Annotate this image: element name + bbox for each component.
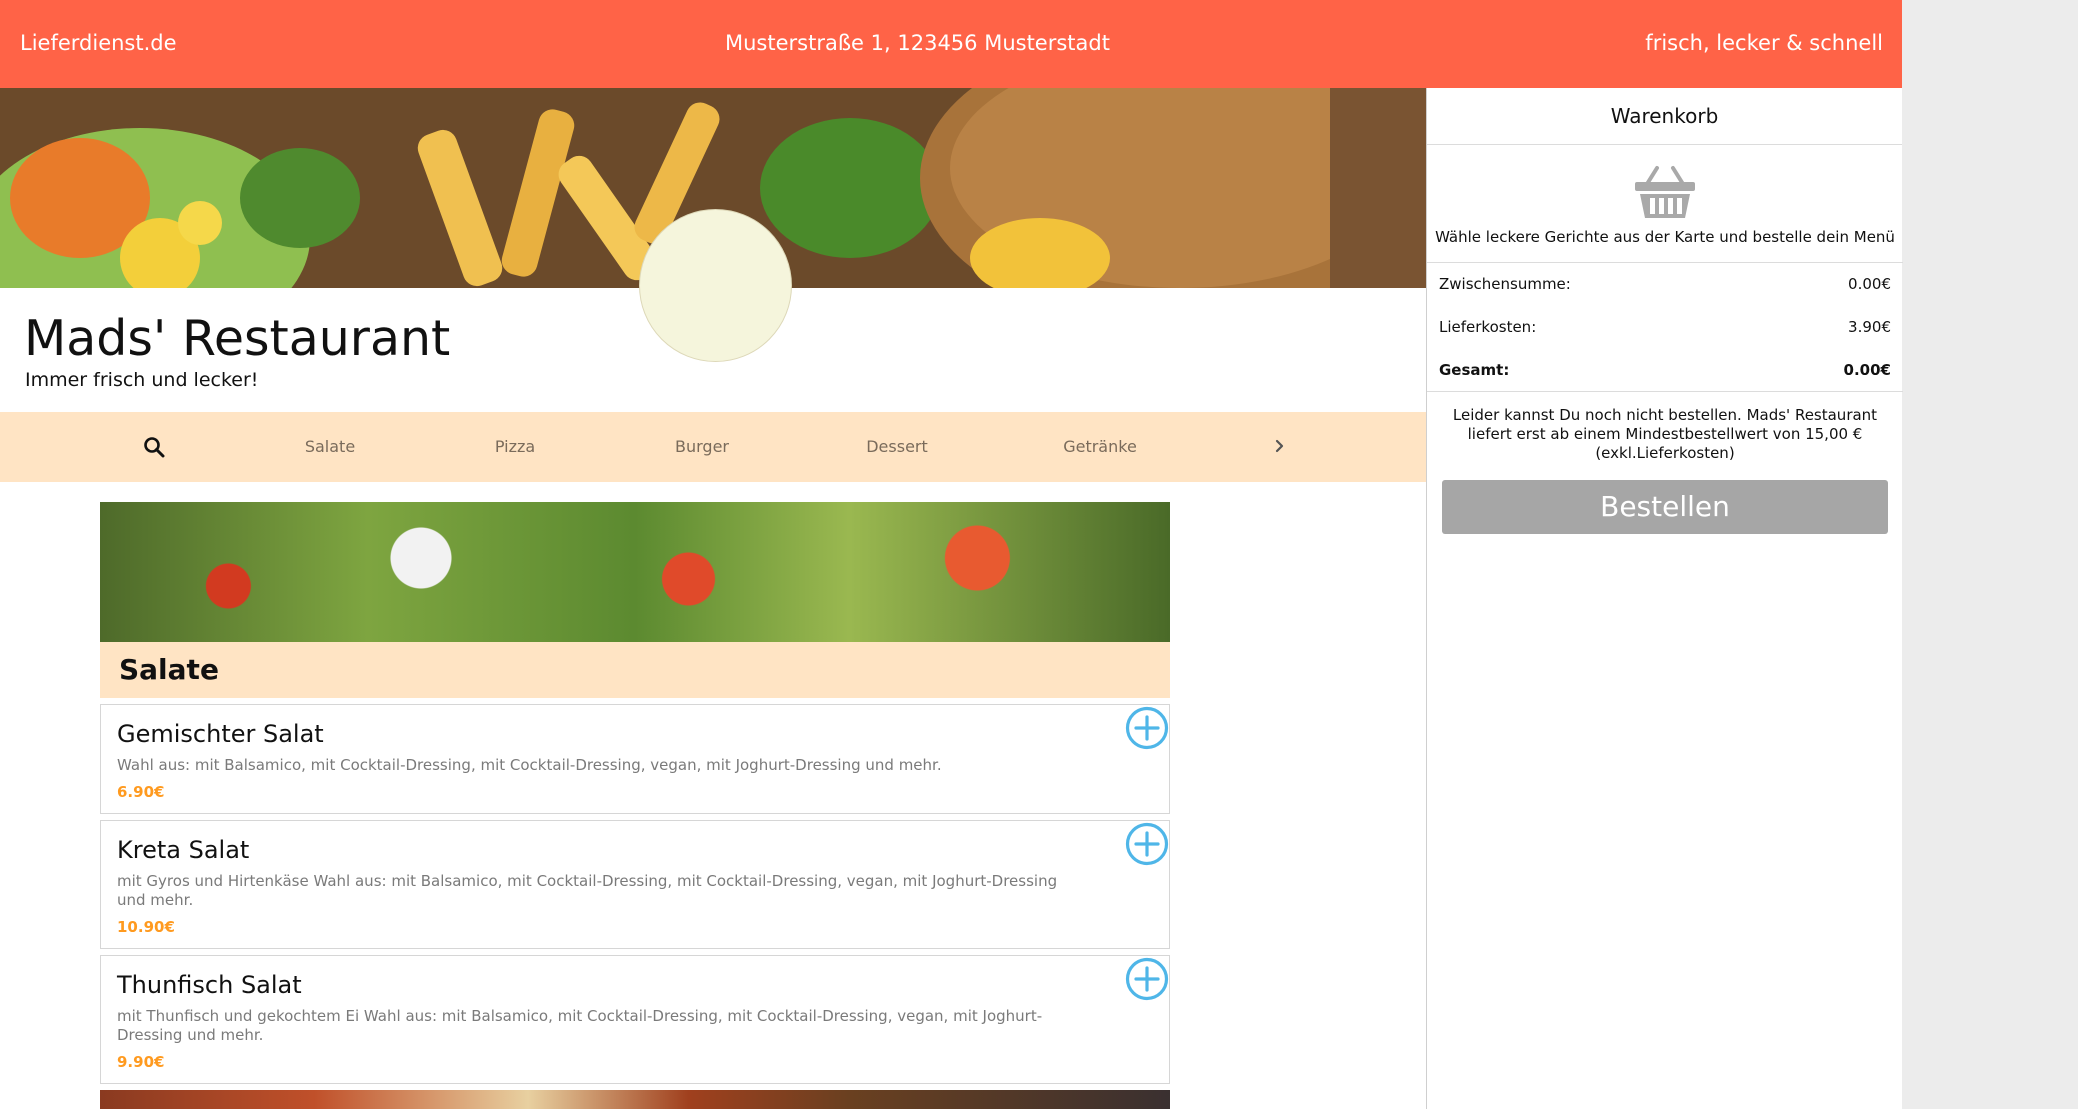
dish-card[interactable]: Thunfisch Salat mit Thunfisch und gekoch… xyxy=(100,955,1170,1084)
category-image xyxy=(100,502,1170,642)
minimum-order-notice: Leider kannst Du noch nicht bestellen. M… xyxy=(1452,406,1878,462)
dish-description: Wahl aus: mit Balsamico, mit Cocktail-Dr… xyxy=(117,756,942,774)
basket-icon xyxy=(1635,166,1695,218)
total-row: Gesamt: 0.00€ xyxy=(1439,361,1891,379)
top-bar: Lieferdienst.de Musterstraße 1, 123456 M… xyxy=(0,0,1902,88)
menu-section: Salate Gemischter Salat Wahl aus: mit Ba… xyxy=(100,502,1170,1109)
dish-card[interactable]: Kreta Salat mit Gyros und Hirtenkäse Wah… xyxy=(100,820,1170,949)
delivery-address: Musterstraße 1, 123456 Musterstadt xyxy=(725,31,1110,55)
cart-panel: Warenkorb Wähle leckere Gerichte aus der… xyxy=(1426,88,1903,1109)
restaurant-tagline: Immer frisch und lecker! xyxy=(25,369,259,391)
total-label: Gesamt: xyxy=(1439,361,1510,379)
plus-circle-icon[interactable] xyxy=(1124,956,1170,1002)
order-button[interactable]: Bestellen xyxy=(1442,480,1888,534)
dish-description: mit Gyros und Hirtenkäse Wahl aus: mit B… xyxy=(117,872,1058,909)
cart-summary: Zwischensumme: 0.00€ Lieferkosten: 3.90€… xyxy=(1427,262,1903,392)
total-value: 0.00€ xyxy=(1843,361,1891,379)
category-tab-burger[interactable]: Burger xyxy=(675,412,729,482)
search-icon[interactable] xyxy=(143,436,165,458)
subtotal-row: Zwischensumme: 0.00€ xyxy=(1439,275,1891,293)
delivery-value: 3.90€ xyxy=(1848,318,1891,336)
category-nav: Salate Pizza Burger Dessert Getränke xyxy=(0,412,1426,482)
restaurant-main: Mads' Restaurant Immer frisch und lecker… xyxy=(0,88,1426,1109)
category-tab-pizza[interactable]: Pizza xyxy=(495,412,535,482)
category-title: Salate xyxy=(100,642,1170,698)
app-window: Lieferdienst.de Musterstraße 1, 123456 M… xyxy=(0,0,1903,1109)
site-slogan: frisch, lecker & schnell xyxy=(1645,31,1883,55)
dish-card[interactable]: Gemischter Salat Wahl aus: mit Balsamico… xyxy=(100,704,1170,814)
dish-description: mit Thunfisch und gekochtem Ei Wahl aus:… xyxy=(117,1007,1043,1044)
plus-circle-icon[interactable] xyxy=(1124,821,1170,867)
delivery-row: Lieferkosten: 3.90€ xyxy=(1439,318,1891,336)
next-category-image xyxy=(100,1090,1170,1109)
plus-circle-icon[interactable] xyxy=(1124,705,1170,751)
subtotal-label: Zwischensumme: xyxy=(1439,275,1571,293)
delivery-label: Lieferkosten: xyxy=(1439,318,1537,336)
dish-price: 6.90€ xyxy=(117,783,165,801)
dish-name: Kreta Salat xyxy=(117,836,250,864)
dish-price: 9.90€ xyxy=(117,1053,165,1071)
chevron-right-icon[interactable] xyxy=(1273,434,1287,458)
subtotal-value: 0.00€ xyxy=(1848,275,1891,293)
restaurant-logo xyxy=(639,209,792,362)
category-tab-getraenke[interactable]: Getränke xyxy=(1063,412,1137,482)
cart-empty-message: Wähle leckere Gerichte aus der Karte und… xyxy=(1435,228,1895,246)
restaurant-name: Mads' Restaurant xyxy=(24,310,451,367)
dish-price: 10.90€ xyxy=(117,918,175,936)
dish-name: Thunfisch Salat xyxy=(117,971,302,999)
cart-title: Warenkorb xyxy=(1427,88,1902,145)
category-tab-salate[interactable]: Salate xyxy=(305,412,355,482)
category-tab-dessert[interactable]: Dessert xyxy=(866,412,928,482)
dish-name: Gemischter Salat xyxy=(117,720,324,748)
